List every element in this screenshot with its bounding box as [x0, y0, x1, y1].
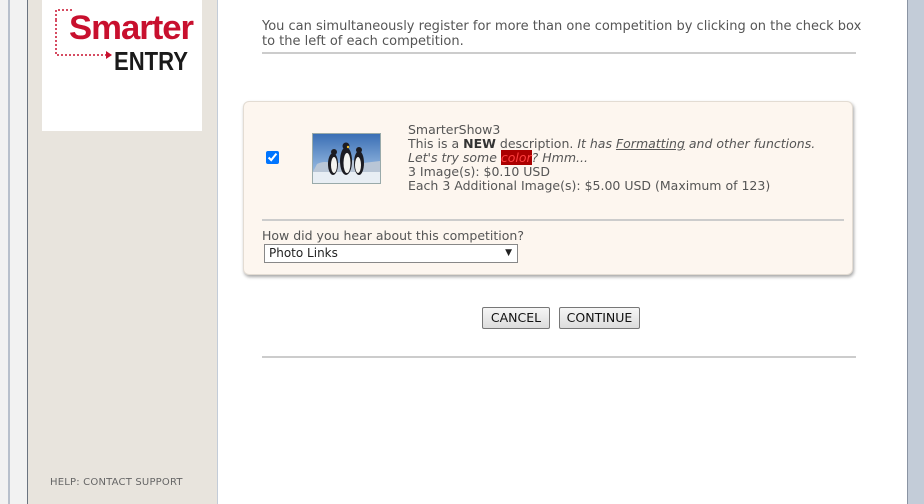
hear-about-selected-value: Photo Links: [269, 246, 338, 260]
divider: [262, 52, 856, 54]
window-left-frame: [0, 0, 28, 504]
hear-about-select[interactable]: Photo Links ▼: [264, 244, 518, 263]
description-underline: Formatting: [615, 136, 685, 151]
description-mid: description.: [495, 136, 578, 151]
sidebar: Smarter ENTRY HELP: CONTACT SUPPORT: [28, 0, 217, 504]
hear-about-label: How did you hear about this competition?: [262, 228, 524, 243]
main-content: You can simultaneously register for more…: [218, 0, 907, 504]
description-highlight: color: [500, 150, 532, 165]
competition-info: SmarterShow3 This is a NEW description. …: [408, 123, 838, 193]
competition-name: SmarterShow3: [408, 122, 501, 137]
description-bold: NEW: [463, 136, 496, 151]
divider: [262, 356, 856, 358]
logo-line2: ENTRY: [114, 46, 188, 74]
smarter-entry-logo-icon: Smarter ENTRY: [55, 9, 195, 74]
help-contact-support-link[interactable]: HELP: CONTACT SUPPORT: [50, 477, 183, 488]
additional-price-line: Each 3 Additional Image(s): $5.00 USD (M…: [408, 178, 771, 193]
price-line: 3 Image(s): $0.10 USD: [408, 164, 550, 179]
competition-card: SmarterShow3 This is a NEW description. …: [243, 101, 853, 275]
description-prefix: This is a: [408, 136, 464, 151]
cancel-button[interactable]: CANCEL: [482, 307, 550, 329]
continue-button[interactable]: CONTINUE: [559, 307, 640, 329]
divider: [262, 219, 844, 221]
intro-text: You can simultaneously register for more…: [262, 19, 862, 49]
dropdown-arrow-icon: ▼: [505, 248, 512, 258]
window-right-frame: [907, 0, 924, 504]
logo-line1: Smarter: [69, 9, 194, 47]
logo[interactable]: Smarter ENTRY: [42, 0, 202, 131]
penguins-photo-icon: [312, 133, 381, 184]
competition-checkbox[interactable]: [266, 151, 279, 164]
